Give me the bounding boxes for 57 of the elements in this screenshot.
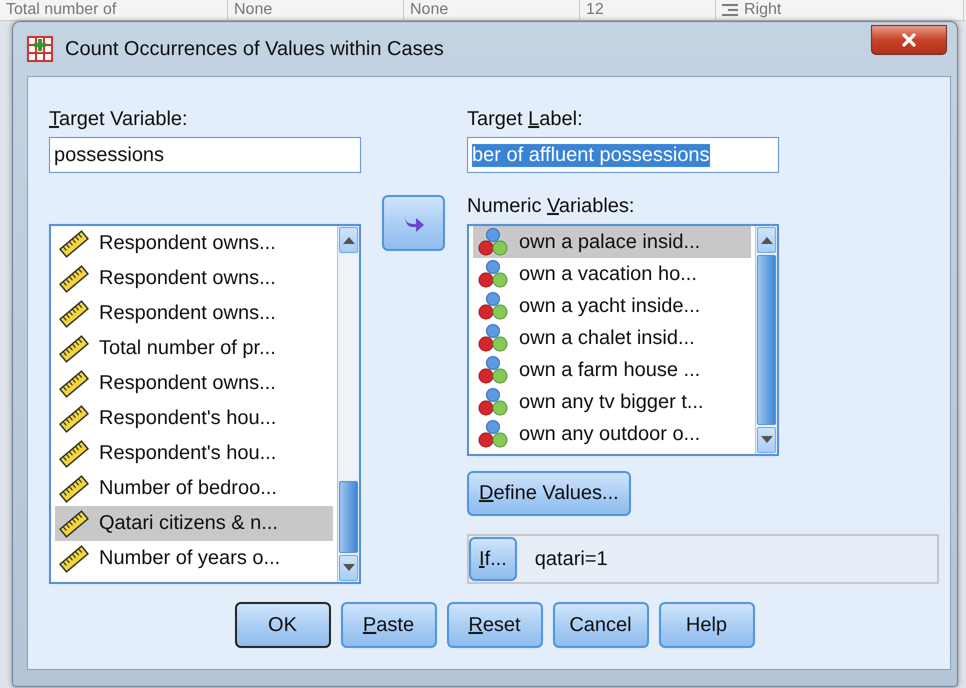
input-field[interactable]: ber of affluent possessions — [467, 137, 779, 173]
align-right-icon — [722, 4, 738, 16]
nominal-variable-icon — [477, 291, 509, 321]
scroll-down-icon[interactable] — [342, 564, 354, 572]
variable-item[interactable]: Respondent owns... — [55, 226, 333, 261]
variable-item[interactable]: own a palace insid... — [473, 226, 751, 258]
dialog-button[interactable]: Help — [658, 602, 754, 648]
field-label: Numeric Variables: — [467, 194, 636, 218]
scroll-up-icon[interactable] — [760, 236, 772, 244]
scroll-down-icon[interactable] — [760, 436, 772, 444]
variable-list[interactable] — [49, 224, 361, 584]
condition-text: qatari=1 — [534, 548, 608, 570]
variable-item[interactable]: Respondent owns... — [55, 296, 333, 331]
dialog-button[interactable]: Reset — [446, 602, 542, 648]
variable-item[interactable]: Respondent's hou... — [55, 436, 333, 471]
if-button[interactable]: If... — [469, 537, 517, 581]
scroll-thumb[interactable] — [757, 255, 776, 425]
variable-item[interactable]: own any outdoor o... — [473, 418, 751, 450]
dialog-button[interactable]: Paste — [340, 602, 436, 648]
window-title: Count Occurrences of Values within Cases — [65, 38, 445, 60]
scroll-thumb[interactable] — [339, 481, 358, 553]
sheet-cell: None — [410, 1, 448, 19]
variable-item[interactable]: own any tv bigger t... — [473, 386, 751, 418]
scrollbar[interactable] — [337, 226, 359, 582]
variable-list[interactable]: own a palace insid... own a vacation ho... own a yacht inside... own a chalet insid... own a farm house ... own any tv bigger t... own any outdoor o... — [467, 224, 779, 456]
variable-item[interactable]: Number of bedroo... — [55, 471, 333, 506]
move-button[interactable] — [382, 195, 445, 251]
field-label: Target Label: — [467, 107, 584, 131]
nominal-variable-icon — [477, 419, 509, 449]
table-icon — [27, 36, 53, 62]
nominal-variable-icon — [477, 323, 509, 353]
variable-item[interactable]: Qatari citizens & n... — [55, 506, 333, 541]
variable-item[interactable]: Respondent's hou... — [55, 401, 333, 436]
sheet-cell: Total number of — [6, 1, 116, 19]
variable-item[interactable]: own a yacht inside... — [473, 290, 751, 322]
input-field[interactable]: possessions — [49, 137, 361, 173]
scrollbar[interactable] — [755, 226, 777, 454]
sheet-cell: None — [234, 1, 272, 19]
nominal-variable-icon — [477, 387, 509, 417]
define-values-button[interactable]: Define Values... — [467, 471, 631, 516]
variable-item[interactable]: own a vacation ho... — [473, 258, 751, 290]
variable-item[interactable]: own a farm house ... — [473, 354, 751, 386]
nominal-variable-icon — [477, 227, 509, 257]
close-button[interactable] — [871, 25, 947, 55]
variable-item[interactable]: Total number of pr... — [55, 331, 333, 366]
field-label: Target Variable: — [49, 107, 189, 131]
dialog-button[interactable]: Cancel — [552, 602, 648, 648]
nominal-variable-icon — [477, 355, 509, 385]
variable-item[interactable]: Number of years o... — [55, 541, 333, 576]
variable-item[interactable]: own a chalet insid... — [473, 322, 751, 354]
variable-item[interactable]: Respondent owns... — [55, 261, 333, 296]
sheet-cell: Right — [744, 1, 782, 19]
sheet-cell: 12 — [586, 1, 604, 19]
dialog-button[interactable]: OK — [234, 602, 330, 648]
scroll-up-icon[interactable] — [342, 236, 354, 244]
nominal-variable-icon — [477, 259, 509, 289]
variable-item[interactable]: Respondent owns... — [55, 366, 333, 401]
